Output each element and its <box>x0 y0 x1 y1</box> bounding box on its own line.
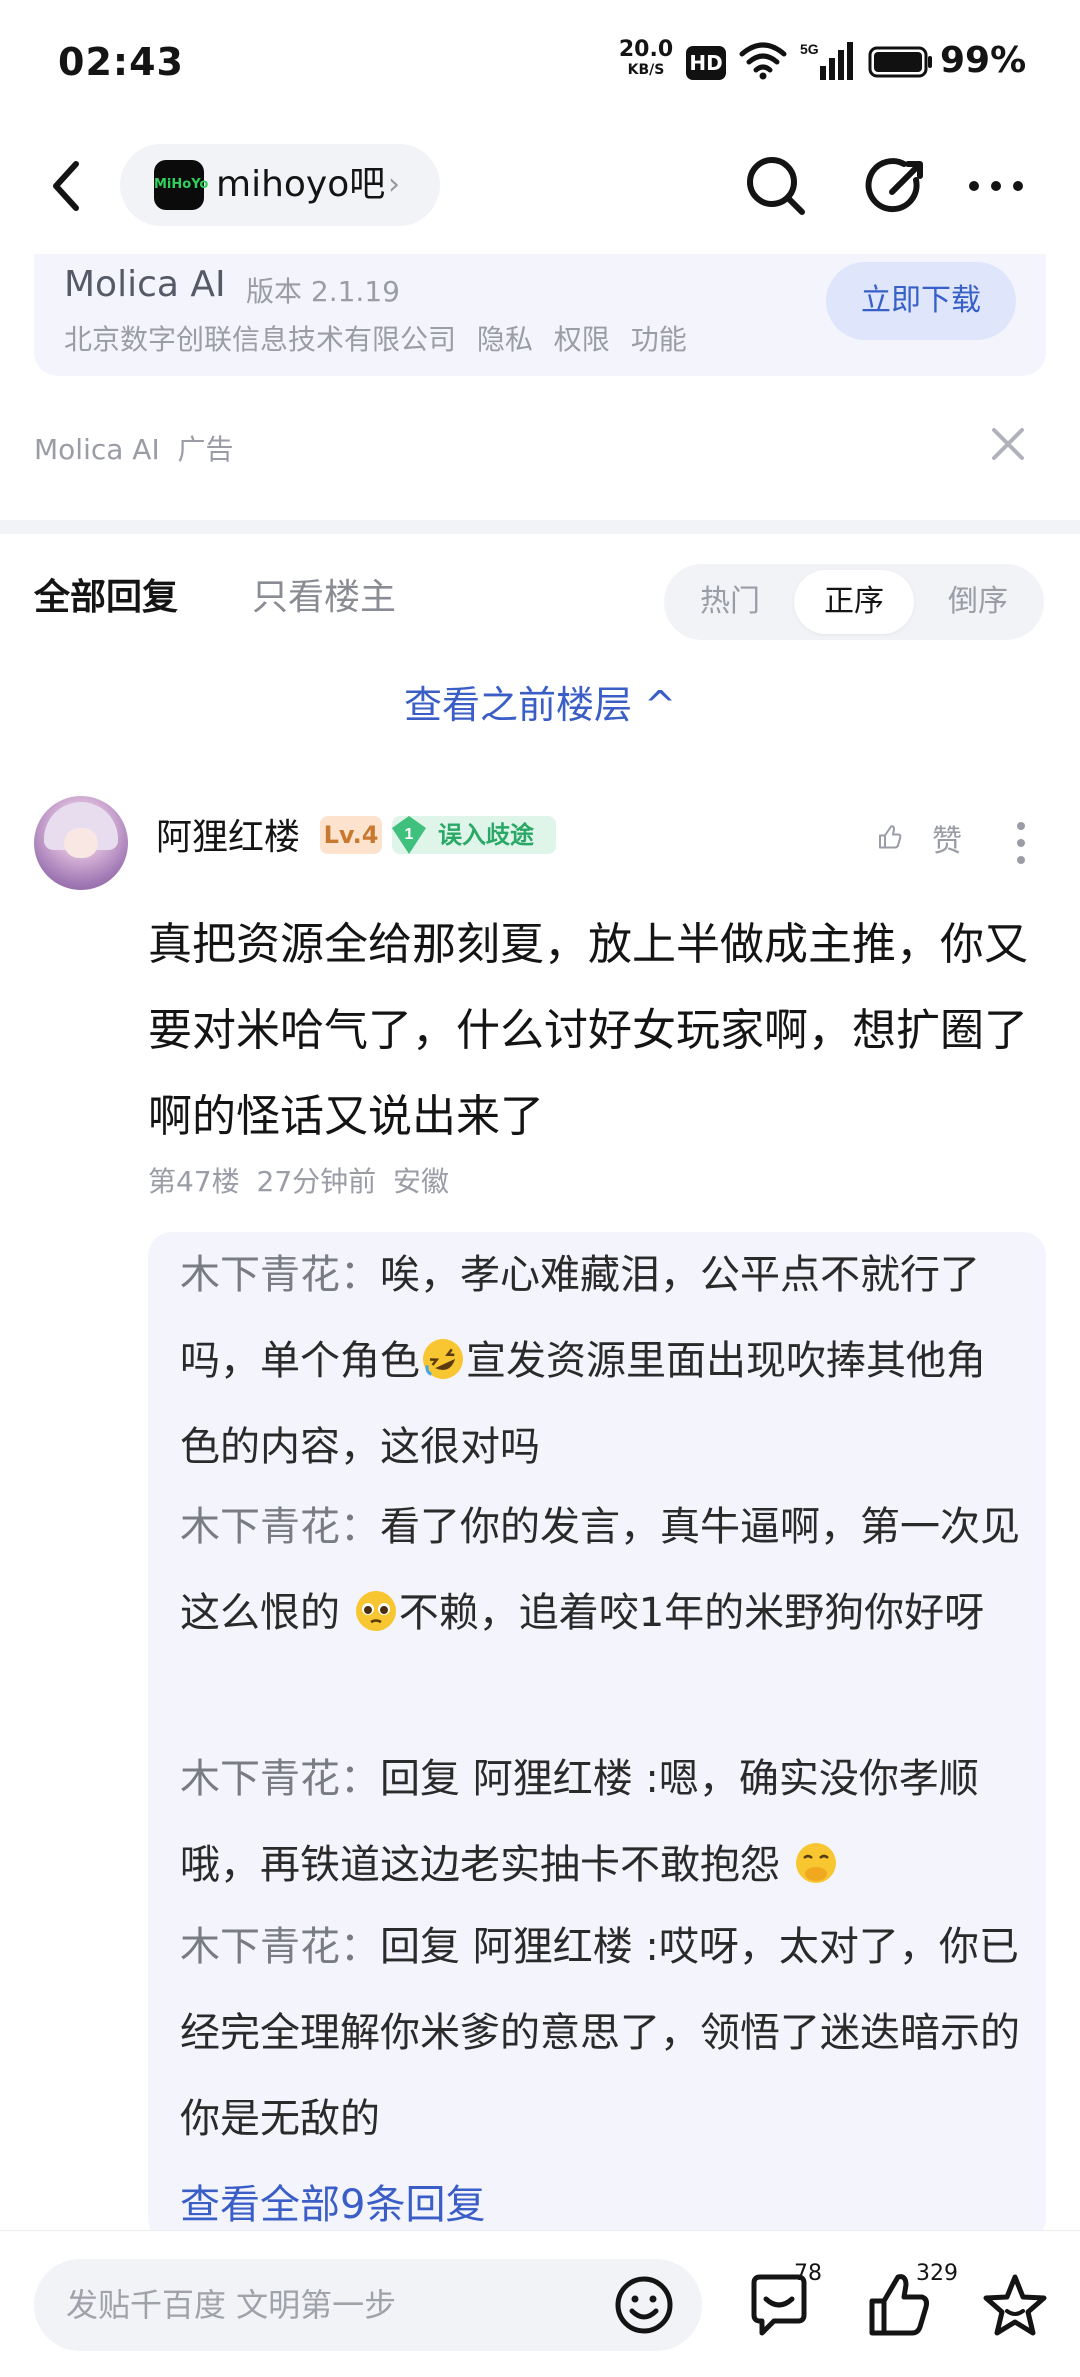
view-all-replies-link[interactable]: 查看全部9条回复 <box>180 2172 485 2230</box>
sub-reply[interactable]: 木下青花：回复 阿狸红楼 :哎呀，太对了，你已经完全理解你米爹的意思了，领悟了迷… <box>180 1904 1020 2162</box>
net-speed-value: 20.0 <box>618 37 674 62</box>
sort-hot[interactable]: 热门 <box>670 570 790 634</box>
back-icon[interactable] <box>36 150 96 222</box>
sort-ascending[interactable]: 正序 <box>794 570 914 634</box>
sort-segmented-control: 热门 正序 倒序 <box>664 564 1044 640</box>
section-divider <box>0 520 1080 534</box>
comment-input[interactable]: 发贴千百度 文明第一步 <box>34 2259 702 2351</box>
rofl-emoji-icon <box>423 1339 463 1379</box>
signal-icon: 5G <box>800 41 853 80</box>
sort-descending[interactable]: 倒序 <box>918 570 1038 634</box>
tab-all-replies[interactable]: 全部回复 <box>34 568 178 620</box>
more-icon[interactable] <box>960 150 1032 222</box>
likes-count: 329 <box>916 2261 958 2286</box>
reply-author[interactable]: 木下青花： <box>180 1924 380 1970</box>
post-more-icon[interactable] <box>1006 818 1036 868</box>
avatar[interactable] <box>34 796 128 890</box>
sub-reply[interactable]: 木下青花：唉，孝心难藏泪，公平点不就行了吗，单个角色 宣发资源里面出现吹捧其他角色… <box>180 1232 1020 1490</box>
sub-replies-box: 木下青花：唉，孝心难藏泪，公平点不就行了吗，单个角色 宣发资源里面出现吹捧其他角色… <box>148 1232 1046 2242</box>
comments-count: 78 <box>794 2261 822 2286</box>
ad-download-button[interactable]: 立即下载 <box>826 262 1016 340</box>
wifi-icon <box>739 42 787 80</box>
title-badge-text: 误入歧途 <box>438 821 534 849</box>
chevron-right-icon: › <box>388 167 400 202</box>
star-icon[interactable] <box>980 2271 1050 2341</box>
ad-company-links[interactable]: 北京数字创联信息技术有限公司 隐私 权限 功能 <box>64 318 687 358</box>
tab-op-only[interactable]: 只看楼主 <box>252 568 396 620</box>
gem-badge-icon: 1 <box>392 816 426 854</box>
forum-entry-button[interactable]: MiHoYo mihoyo吧 › <box>120 144 440 226</box>
title-badge-number: 1 <box>405 826 414 843</box>
bottom-bar: 发贴千百度 文明第一步 78 329 <box>0 2230 1080 2377</box>
reply-text-cont: 不赖，追着咬1年的米野狗你好呀 <box>398 1590 985 1636</box>
hand-over-mouth-emoji-icon <box>795 1843 836 1883</box>
close-icon[interactable] <box>984 420 1032 468</box>
sub-reply[interactable]: 木下青花：回复 阿狸红楼 :嗯，确实没你孝顺哦，再铁道这边老实抽卡不敢抱怨 <box>180 1736 1020 1908</box>
search-icon[interactable] <box>740 150 812 222</box>
ad-app-name: Molica AI <box>64 264 226 305</box>
reply-author[interactable]: 木下青花： <box>180 1504 380 1550</box>
ad-version: 版本 2.1.19 <box>246 275 400 308</box>
post-username[interactable]: 阿狸红楼 <box>156 808 300 860</box>
ad-label: Molica AI 广告 <box>34 433 234 466</box>
view-previous-floors[interactable]: 查看之前楼层 ^ <box>0 674 1080 729</box>
share-edit-icon[interactable] <box>862 150 934 222</box>
post-meta: 第47楼 27分钟前 安徽 <box>148 1165 450 1198</box>
like-label[interactable]: 赞 <box>932 816 962 860</box>
net-speed: 20.0 KB/S <box>618 37 674 80</box>
status-bar: 02:43 20.0 KB/S HD 5G 99% <box>0 0 1080 120</box>
forum-name: mihoyo吧 <box>216 164 386 205</box>
reply-author[interactable]: 木下青花： <box>180 1252 380 1298</box>
status-time: 02:43 <box>58 40 184 84</box>
title-badge: 1 误入歧途 <box>392 816 556 854</box>
level-badge: Lv.4 <box>320 816 382 854</box>
forum-logo: MiHoYo <box>154 160 208 210</box>
emoji-icon[interactable] <box>612 2273 676 2337</box>
post-body: 真把资源全给那刻夏，放上半做成主推，你又要对米哈气了，什么讨好女玩家啊，想扩圈了… <box>148 919 1028 1142</box>
reply-author[interactable]: 木下青花： <box>180 1756 380 1802</box>
avatar-face <box>64 828 98 858</box>
network-type: 5G <box>800 41 819 57</box>
comment-placeholder: 发贴千百度 文明第一步 <box>66 2286 397 2324</box>
net-speed-unit: KB/S <box>627 62 665 78</box>
sub-reply[interactable]: 木下青花：看了你的发言，真牛逼啊，第一次见这么恨的 不赖，追着咬1年的米野狗你好… <box>180 1484 1020 1656</box>
thumbs-up-icon[interactable] <box>876 812 926 862</box>
battery-percent: 99% <box>940 40 1027 81</box>
battery-icon <box>868 46 932 78</box>
ad-card[interactable]: Molica AI 版本 2.1.19 北京数字创联信息技术有限公司 隐私 权限… <box>34 254 1046 376</box>
pleading-emoji-icon <box>355 1591 396 1631</box>
hd-badge: HD <box>686 46 726 80</box>
